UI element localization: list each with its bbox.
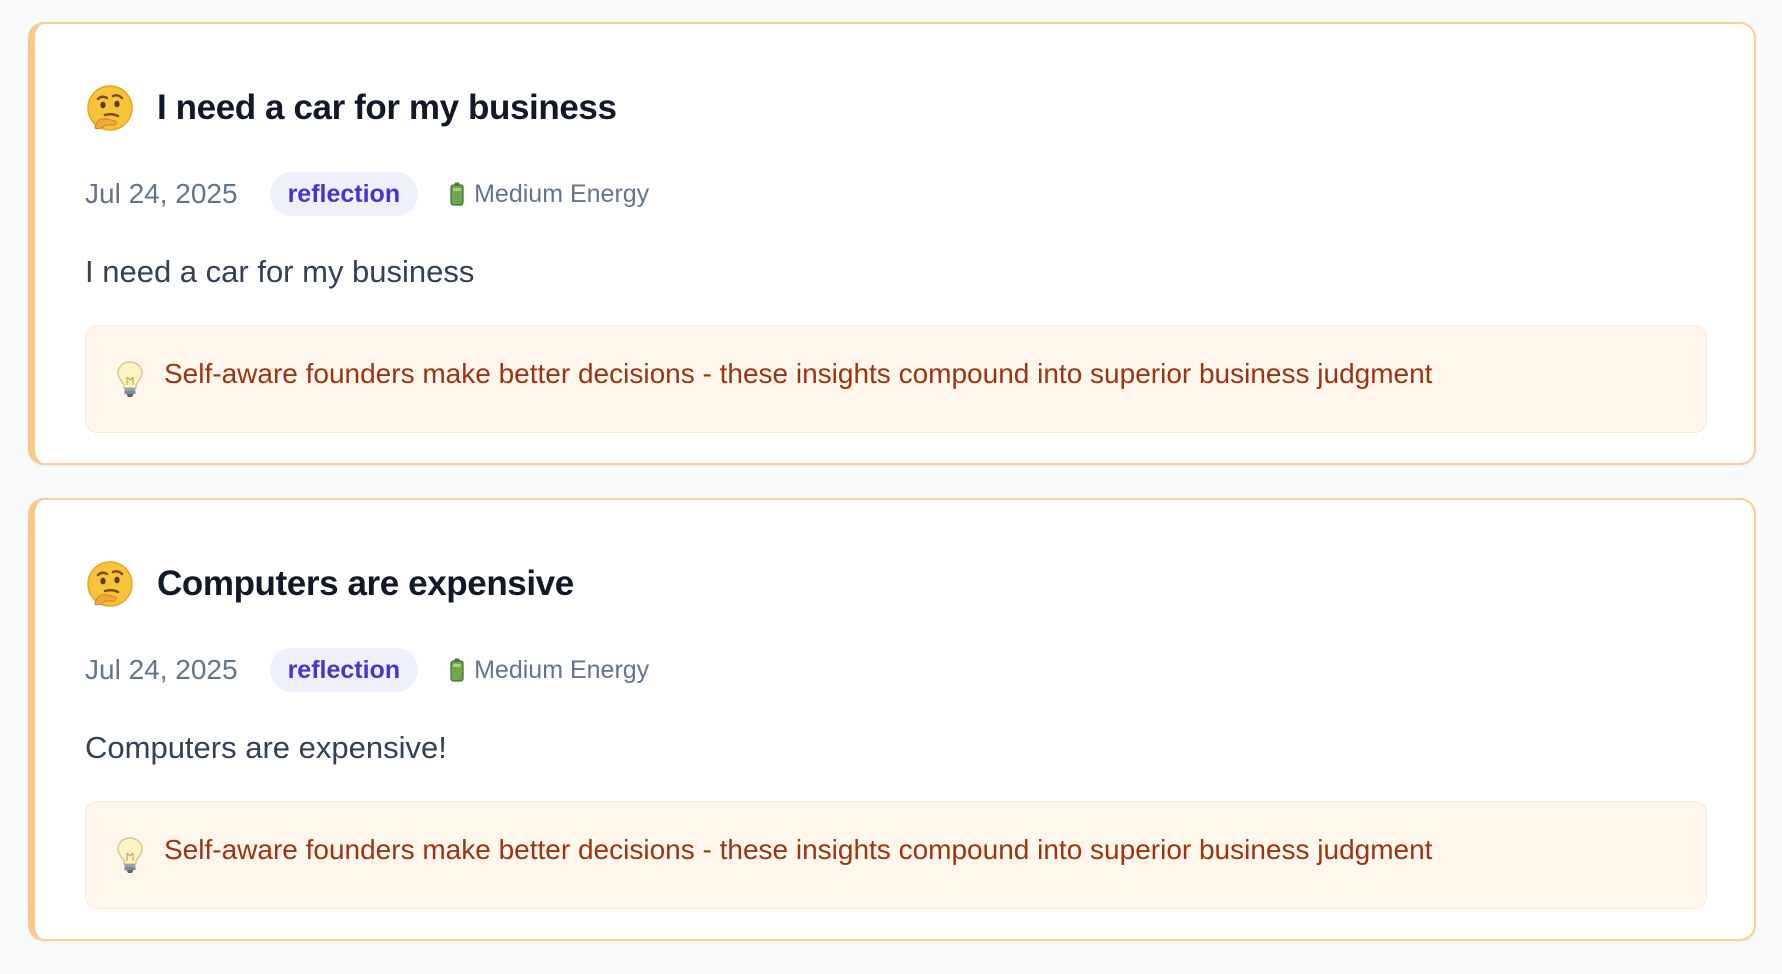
- energy-level: Medium Energy: [450, 656, 649, 685]
- entry-type-tag[interactable]: reflection: [269, 172, 419, 216]
- entry-title: I need a car for my business: [157, 88, 617, 127]
- journal-entry-card[interactable]: I need a car for my business Jul 24, 202…: [28, 22, 1756, 465]
- lightbulb-icon: [117, 837, 143, 873]
- insight-text: Self-aware founders make better decision…: [164, 834, 1433, 865]
- energy-level: Medium Energy: [450, 180, 649, 209]
- insight-callout: Self-aware founders make better decision…: [85, 325, 1707, 433]
- entry-meta: Jul 24, 2025 reflection Medium Energy: [85, 171, 649, 217]
- entry-header: Computers are expensive: [85, 556, 574, 612]
- thinking-face-icon: [87, 561, 133, 607]
- lightbulb-icon: [117, 361, 143, 397]
- journal-entry-card[interactable]: Computers are expensive Jul 24, 2025 ref…: [28, 498, 1756, 941]
- entry-title: Computers are expensive: [157, 564, 574, 603]
- entry-body: Computers are expensive!: [85, 730, 447, 765]
- battery-icon: [450, 182, 464, 206]
- entry-date: Jul 24, 2025: [85, 178, 238, 209]
- insight-text: Self-aware founders make better decision…: [164, 358, 1433, 389]
- entry-meta: Jul 24, 2025 reflection Medium Energy: [85, 647, 649, 693]
- energy-label: Medium Energy: [474, 179, 650, 208]
- thinking-face-icon: [87, 85, 133, 131]
- insight-callout: Self-aware founders make better decision…: [85, 801, 1707, 909]
- energy-label: Medium Energy: [474, 655, 650, 684]
- entry-header: I need a car for my business: [85, 80, 617, 136]
- entry-body: I need a car for my business: [85, 254, 475, 289]
- journal-feed: I need a car for my business Jul 24, 202…: [28, 22, 1756, 974]
- entry-date: Jul 24, 2025: [85, 654, 238, 685]
- battery-icon: [450, 658, 464, 682]
- entry-type-tag[interactable]: reflection: [269, 648, 419, 692]
